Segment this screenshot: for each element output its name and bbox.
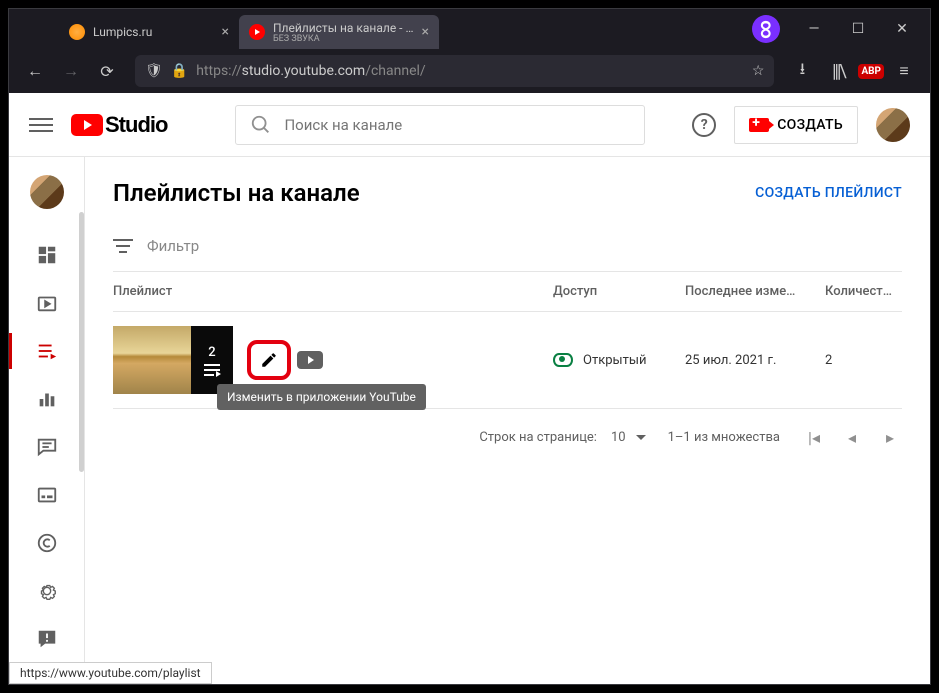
tab-title: Плейлисты на канале - Yo БЕЗ ЗВУКА: [273, 21, 414, 44]
chevron-down-icon: [636, 435, 646, 440]
access-value: Открытый: [583, 353, 646, 368]
shield-icon[interactable]: 🛡: [145, 63, 163, 79]
filter-placeholder: Фильтр: [147, 237, 199, 255]
library-icon[interactable]: |||\: [822, 55, 854, 87]
youtube-icon: [71, 114, 103, 136]
nav-copyright[interactable]: [9, 523, 85, 563]
visibility-icon: [553, 353, 573, 367]
tab-lumpics[interactable]: Lumpics.ru ×: [59, 15, 239, 49]
tab-strip: Lumpics.ru × Плейлисты на канале - Yo БЕ…: [9, 9, 742, 49]
create-button[interactable]: СОЗДАТЬ: [734, 106, 858, 144]
hamburger-icon[interactable]: [29, 113, 53, 137]
filter-icon: [113, 239, 133, 253]
studio-header: Studio ? СОЗДАТЬ: [9, 93, 930, 157]
favicon-youtube: [249, 24, 265, 40]
feedback-icon: [36, 628, 58, 650]
analytics-icon: [36, 388, 58, 410]
menu-icon[interactable]: ≡: [888, 55, 920, 87]
extension-icon[interactable]: [752, 15, 780, 43]
nav-analytics[interactable]: [9, 379, 85, 419]
channel-search[interactable]: [235, 105, 645, 145]
studio-logo[interactable]: Studio: [71, 112, 167, 138]
logo-text: Studio: [105, 112, 167, 138]
updated-value: 25 июл. 2021 г.: [685, 353, 825, 368]
channel-avatar[interactable]: [30, 175, 64, 209]
col-count[interactable]: Количест…: [825, 284, 902, 299]
bookmark-icon[interactable]: ☆: [752, 63, 765, 79]
col-updated[interactable]: Последнее изме…: [685, 284, 825, 299]
count-value: 2: [825, 353, 902, 368]
reload-button[interactable]: ⟳: [91, 55, 123, 87]
rows-select[interactable]: 10: [611, 430, 646, 445]
create-label: СОЗДАТЬ: [777, 117, 843, 133]
pencil-icon: [260, 351, 278, 369]
maximize-button[interactable]: ☐: [838, 13, 878, 45]
copyright-icon: [36, 532, 58, 554]
close-icon[interactable]: ×: [222, 24, 229, 40]
lock-icon[interactable]: 🔒: [171, 63, 188, 79]
gear-icon: [36, 580, 58, 602]
filter-bar[interactable]: Фильтр: [113, 229, 902, 271]
pagination: Строк на странице: 10 1–1 из множества |…: [113, 408, 902, 465]
tooltip: Изменить в приложении YouTube: [217, 384, 426, 410]
thumb-image: [113, 326, 191, 394]
nav-dashboard[interactable]: [9, 235, 85, 275]
comments-icon: [36, 436, 58, 458]
tab-youtube-studio[interactable]: Плейлисты на канале - Yo БЕЗ ЗВУКА ×: [239, 15, 439, 49]
window-controls: ― ☐ ✕: [742, 9, 930, 49]
edit-button[interactable]: [247, 340, 291, 380]
minimize-button[interactable]: ―: [794, 13, 834, 45]
nav-feedback[interactable]: [9, 619, 85, 659]
nav-comments[interactable]: [9, 427, 85, 467]
playlist-icon: [36, 340, 58, 362]
search-input[interactable]: [284, 116, 630, 134]
close-icon[interactable]: ×: [422, 24, 429, 40]
video-count: 2: [208, 345, 215, 360]
avatar[interactable]: [876, 108, 910, 142]
nav-content[interactable]: [9, 283, 85, 323]
sidebar: [9, 157, 85, 684]
status-bar: https://www.youtube.com/playlist: [9, 662, 212, 684]
next-page-button[interactable]: ▸: [878, 425, 902, 449]
nav-subtitles[interactable]: [9, 475, 85, 515]
forward-button[interactable]: →: [55, 55, 87, 87]
col-access[interactable]: Доступ: [553, 284, 685, 299]
dashboard-icon: [36, 244, 58, 266]
subtitles-icon: [36, 484, 58, 506]
help-icon[interactable]: ?: [692, 113, 716, 137]
playlist-thumbnail[interactable]: 2: [113, 326, 233, 394]
address-bar[interactable]: 🛡 🔒 https://studio.youtube.com/channel/ …: [135, 55, 774, 87]
col-playlist[interactable]: Плейлист: [113, 284, 553, 299]
camera-icon: [749, 118, 769, 132]
table-header: Плейлист Доступ Последнее изме… Количест…: [113, 271, 902, 312]
view-on-youtube-button[interactable]: [297, 351, 323, 369]
rows-value: 10: [611, 430, 626, 445]
scrollbar[interactable]: [79, 212, 84, 472]
url-text: https://studio.youtube.com/channel/: [196, 63, 744, 79]
tab-title: Lumpics.ru: [93, 25, 214, 39]
favicon-lumpics: [69, 24, 85, 40]
prev-page-button[interactable]: ◂: [840, 425, 864, 449]
table-row[interactable]: 2 Изменить в приложении YouTube: [113, 312, 902, 408]
playlist-icon: [204, 364, 220, 376]
nav-playlists[interactable]: [9, 331, 85, 371]
close-button[interactable]: ✕: [882, 13, 922, 45]
range-text: 1–1 из множества: [668, 430, 780, 445]
downloads-icon[interactable]: ⭳: [786, 55, 818, 87]
search-icon: [250, 114, 272, 136]
page-title: Плейлисты на канале: [113, 179, 360, 207]
page-content: Studio ? СОЗДАТЬ: [9, 93, 930, 684]
first-page-button[interactable]: |◂: [802, 425, 826, 449]
nav-settings[interactable]: [9, 571, 85, 611]
content-icon: [36, 292, 58, 314]
rows-label: Строк на странице:: [479, 430, 597, 445]
browser-toolbar: ← → ⟳ 🛡 🔒 https://studio.youtube.com/cha…: [9, 49, 930, 93]
create-playlist-button[interactable]: СОЗДАТЬ ПЛЕЙЛИСТ: [755, 185, 902, 201]
back-button[interactable]: ←: [19, 55, 51, 87]
main-content: Плейлисты на канале СОЗДАТЬ ПЛЕЙЛИСТ Фил…: [85, 157, 930, 684]
browser-titlebar: Lumpics.ru × Плейлисты на канале - Yo БЕ…: [9, 9, 930, 49]
abp-icon[interactable]: ABP: [858, 64, 884, 79]
